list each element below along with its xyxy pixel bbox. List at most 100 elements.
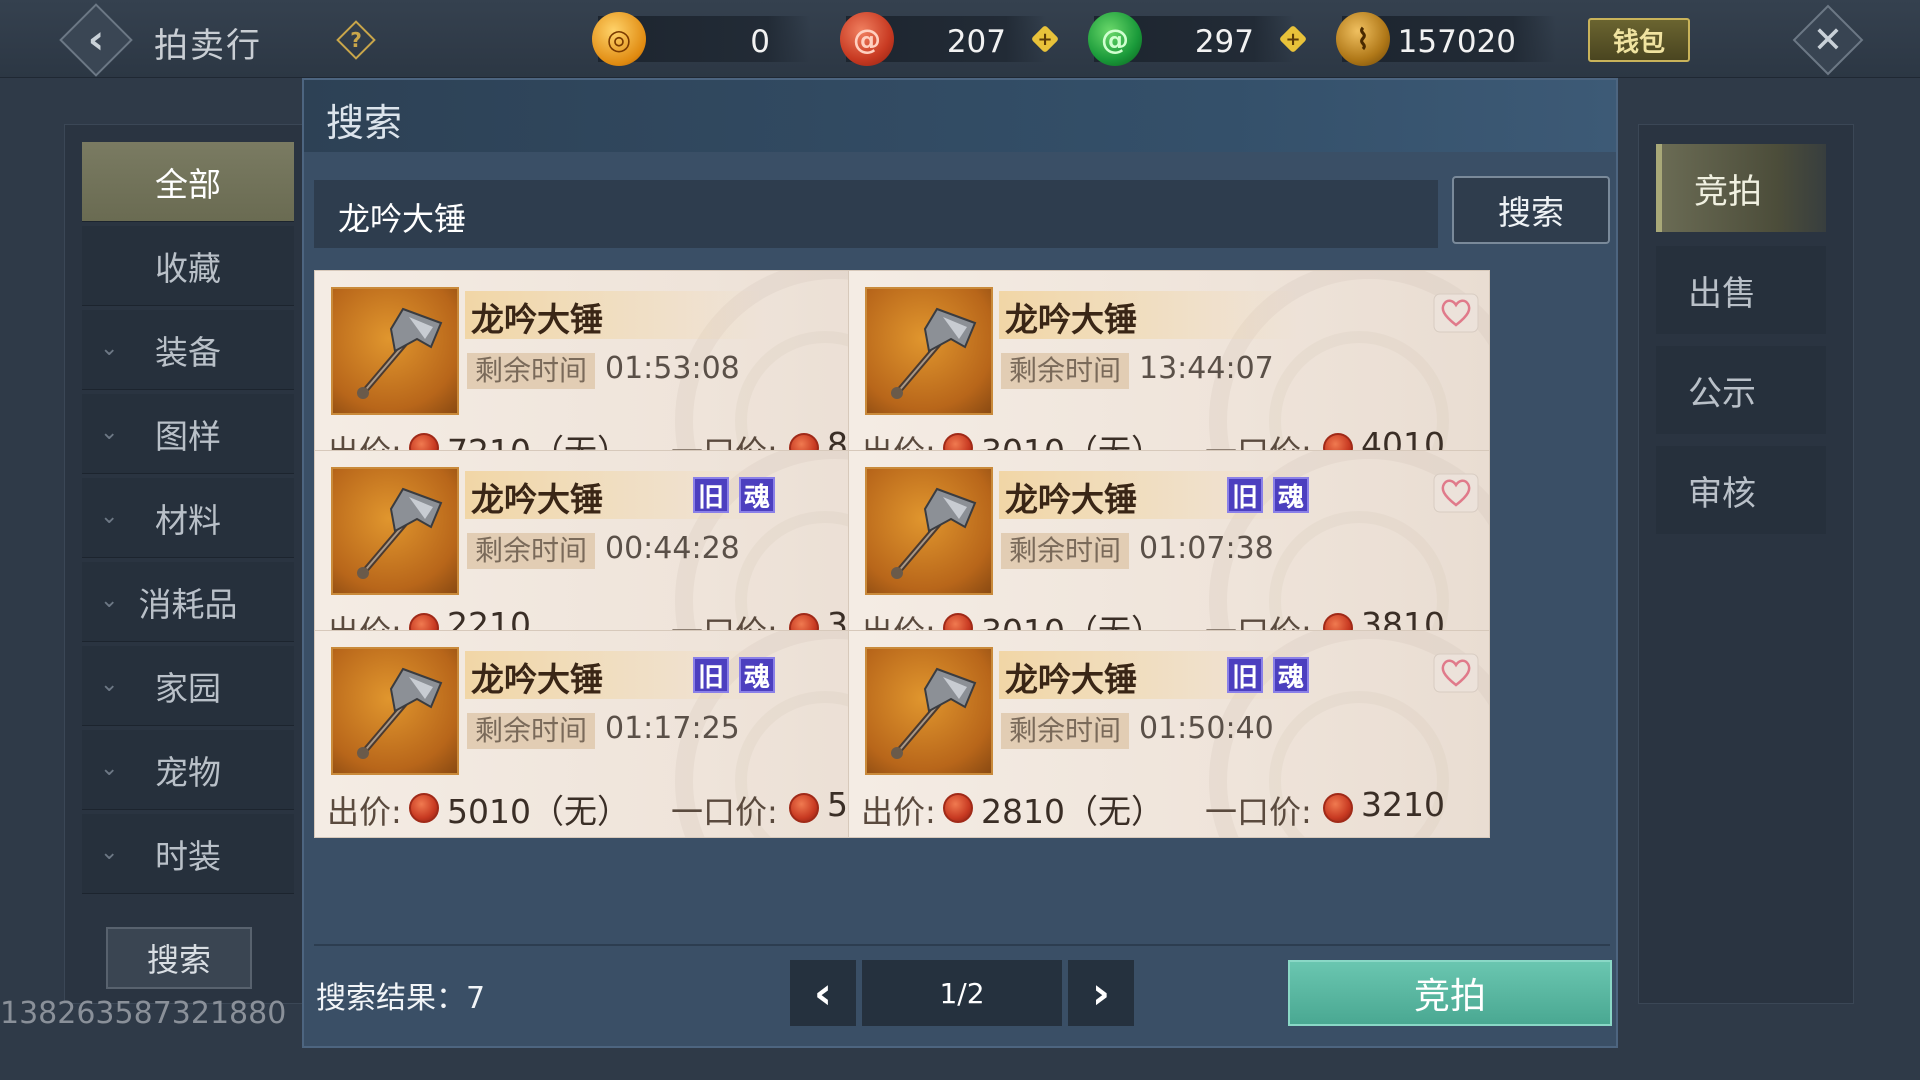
old-tag-badge: 旧 bbox=[693, 657, 729, 693]
currency-slot-green-jade: @ 297 bbox=[1088, 12, 1294, 66]
remaining-time-label: 剩余时间 bbox=[467, 533, 596, 569]
back-button[interactable]: ‹ bbox=[59, 3, 133, 77]
category-materials[interactable]: ⌄ 材料 bbox=[82, 478, 294, 558]
green-jade-icon: @ bbox=[1088, 12, 1142, 66]
close-icon: ✕ bbox=[1812, 19, 1844, 61]
currency-slot-red-jade: @ 207 bbox=[840, 12, 1046, 66]
soul-tag-badge: 魂 bbox=[739, 477, 775, 513]
hammer-item-icon[interactable] bbox=[331, 467, 459, 595]
help-icon[interactable]: ? bbox=[336, 20, 376, 60]
search-input[interactable]: 龙吟大锤 bbox=[314, 180, 1438, 248]
item-name: 龙吟大锤 bbox=[1005, 480, 1137, 519]
tab-review[interactable]: 审核 bbox=[1656, 446, 1826, 534]
bid-button[interactable]: 竞拍 bbox=[1288, 960, 1612, 1026]
tab-sell[interactable]: 出售 bbox=[1656, 246, 1826, 334]
item-name: 龙吟大锤 bbox=[471, 660, 603, 699]
top-bar: ‹ 拍卖行 ? ◎ 0 @ 207 + @ 297 + ⌇ 157020 钱包 … bbox=[0, 0, 1920, 78]
tab-public[interactable]: 公示 bbox=[1656, 346, 1826, 434]
hammer-item-icon[interactable] bbox=[865, 647, 993, 775]
remaining-time-value: 01:07:38 bbox=[1139, 531, 1274, 566]
hammer-item-icon[interactable] bbox=[331, 647, 459, 775]
category-label: 消耗品 bbox=[138, 584, 238, 624]
category-fashion[interactable]: ⌄ 时装 bbox=[82, 814, 294, 894]
category-label: 收藏 bbox=[155, 248, 221, 288]
tab-label: 审核 bbox=[1688, 473, 1756, 514]
old-tag-badge: 旧 bbox=[1227, 657, 1263, 693]
old-tag-badge: 旧 bbox=[1227, 477, 1263, 513]
hammer-item-icon[interactable] bbox=[865, 467, 993, 595]
red-jade-coin-icon bbox=[943, 793, 973, 823]
tab-label: 竞拍 bbox=[1694, 171, 1762, 212]
category-label: 家园 bbox=[155, 668, 221, 708]
currency-value: 207 bbox=[946, 24, 1006, 60]
footer-divider bbox=[314, 944, 1610, 946]
chevron-down-icon: ⌄ bbox=[100, 672, 119, 697]
chevron-down-icon: ⌄ bbox=[100, 588, 119, 613]
red-jade-coin-icon bbox=[789, 793, 819, 823]
listing-card[interactable]: 龙吟大锤旧魂剩余时间01:07:38出价:3010（无）一口价:3810 bbox=[848, 450, 1490, 658]
search-button[interactable]: 搜索 bbox=[1452, 176, 1610, 244]
next-page-button[interactable]: › bbox=[1068, 960, 1134, 1026]
soul-tag-badge: 魂 bbox=[1273, 657, 1309, 693]
add-green-jade-plus-icon[interactable]: + bbox=[1278, 24, 1308, 54]
remaining-time-value: 01:53:08 bbox=[605, 351, 740, 386]
category-pets[interactable]: ⌄ 宠物 bbox=[82, 730, 294, 810]
category-patterns[interactable]: ⌄ 图样 bbox=[82, 394, 294, 474]
remaining-time-label: 剩余时间 bbox=[1001, 713, 1130, 749]
remaining-time-value: 01:17:25 bbox=[605, 711, 740, 746]
tab-label: 公示 bbox=[1688, 373, 1756, 414]
chevron-down-icon: ⌄ bbox=[100, 504, 119, 529]
category-all[interactable]: 全部 bbox=[82, 142, 294, 222]
tab-label: 出售 bbox=[1688, 273, 1756, 314]
chevron-down-icon: ⌄ bbox=[100, 420, 119, 445]
category-label: 全部 bbox=[155, 164, 221, 204]
prev-page-button[interactable]: ‹ bbox=[790, 960, 856, 1026]
red-jade-coin-icon bbox=[409, 793, 439, 823]
buyout-price-value: 3210 bbox=[1361, 785, 1445, 824]
remaining-time-label: 剩余时间 bbox=[1001, 353, 1130, 389]
chevron-down-icon: ⌄ bbox=[100, 756, 119, 781]
category-label: 图样 bbox=[155, 416, 221, 456]
currency-value: 157020 bbox=[1397, 24, 1516, 60]
item-name: 龙吟大锤 bbox=[1005, 300, 1137, 339]
currency-value: 297 bbox=[1194, 24, 1254, 60]
category-label: 时装 bbox=[155, 836, 221, 876]
category-equipment[interactable]: ⌄ 装备 bbox=[82, 310, 294, 390]
soul-tag-badge: 魂 bbox=[739, 657, 775, 693]
panel-header: 搜索 bbox=[304, 80, 1616, 152]
page-indicator: 1/2 bbox=[862, 960, 1062, 1026]
buyout-price-label: 一口价: bbox=[671, 793, 778, 831]
wallet-button[interactable]: 钱包 bbox=[1588, 18, 1690, 62]
red-jade-icon: @ bbox=[840, 12, 894, 66]
buyout-price-label: 一口价: bbox=[1205, 793, 1312, 831]
category-homestead[interactable]: ⌄ 家园 bbox=[82, 646, 294, 726]
category-favorites[interactable]: 收藏 bbox=[82, 226, 294, 306]
favorite-heart-icon[interactable] bbox=[1433, 293, 1479, 333]
remaining-time-value: 00:44:28 bbox=[605, 531, 740, 566]
sidebar-search-button[interactable]: 搜索 bbox=[106, 927, 252, 989]
favorite-heart-icon[interactable] bbox=[1433, 653, 1479, 693]
gold-coin-icon: ◎ bbox=[592, 12, 646, 66]
search-result-count: 搜索结果：7 bbox=[316, 981, 486, 1016]
listing-card[interactable]: 龙吟大锤剩余时间13:44:07出价:3010（无）一口价:4010 bbox=[848, 270, 1490, 478]
hammer-item-icon[interactable] bbox=[331, 287, 459, 415]
chevron-left-icon: ‹ bbox=[813, 967, 833, 1019]
currency-slot-gold: ◎ 0 bbox=[592, 12, 810, 66]
add-red-jade-plus-icon[interactable]: + bbox=[1030, 24, 1060, 54]
bid-price-value: 5010（无） bbox=[447, 792, 630, 831]
category-label: 宠物 bbox=[155, 752, 221, 792]
account-id: 138263587321880 bbox=[0, 996, 287, 1031]
hammer-item-icon[interactable] bbox=[865, 287, 993, 415]
category-consumables[interactable]: ⌄ 消耗品 bbox=[82, 562, 294, 642]
favorite-heart-icon[interactable] bbox=[1433, 473, 1479, 513]
remaining-time-value: 01:50:40 bbox=[1139, 711, 1274, 746]
tab-bid[interactable]: 竞拍 bbox=[1656, 144, 1826, 232]
old-tag-badge: 旧 bbox=[693, 477, 729, 513]
red-jade-coin-icon bbox=[1323, 793, 1353, 823]
close-button[interactable]: ✕ bbox=[1792, 4, 1864, 76]
panel-title: 搜索 bbox=[326, 101, 403, 145]
listing-card[interactable]: 龙吟大锤 旧魂剩余时间 01:50:40 出价: 2810（无） 一口价: 3210 bbox=[848, 630, 1490, 838]
category-label: 装备 bbox=[155, 332, 221, 372]
remaining-time-label: 剩余时间 bbox=[1001, 533, 1130, 569]
bid-price-label: 出价: bbox=[327, 793, 402, 831]
